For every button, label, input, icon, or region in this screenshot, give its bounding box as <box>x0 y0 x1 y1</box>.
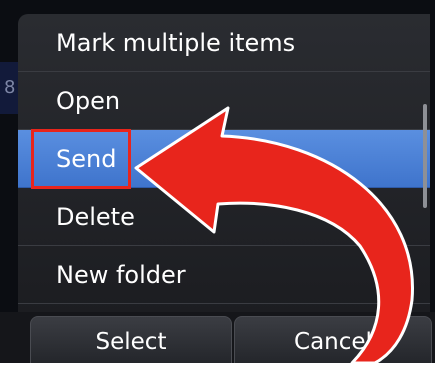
menu-item-send[interactable]: Send <box>18 130 430 188</box>
phone-screen: 8 Mark multiple items Open Send Delete N… <box>0 0 435 363</box>
menu-scrollbar[interactable] <box>423 104 427 208</box>
menu-item-label: New folder <box>56 261 186 289</box>
select-button[interactable]: Select <box>30 316 232 363</box>
menu-item-open[interactable]: Open <box>18 72 430 130</box>
menu-item-mark-multiple-items[interactable]: Mark multiple items <box>18 14 430 72</box>
menu-item-label: Mark multiple items <box>56 29 296 57</box>
menu-item-label: Open <box>56 87 121 115</box>
options-menu: Mark multiple items Open Send Delete New… <box>18 14 430 314</box>
cancel-button[interactable]: Cancel <box>234 316 432 363</box>
softkey-bar: Select Cancel <box>0 312 435 363</box>
menu-item-label: Send <box>56 145 117 173</box>
menu-item-delete[interactable]: Delete <box>18 188 430 246</box>
menu-item-label: Delete <box>56 203 135 231</box>
menu-item-new-folder[interactable]: New folder <box>18 246 430 304</box>
